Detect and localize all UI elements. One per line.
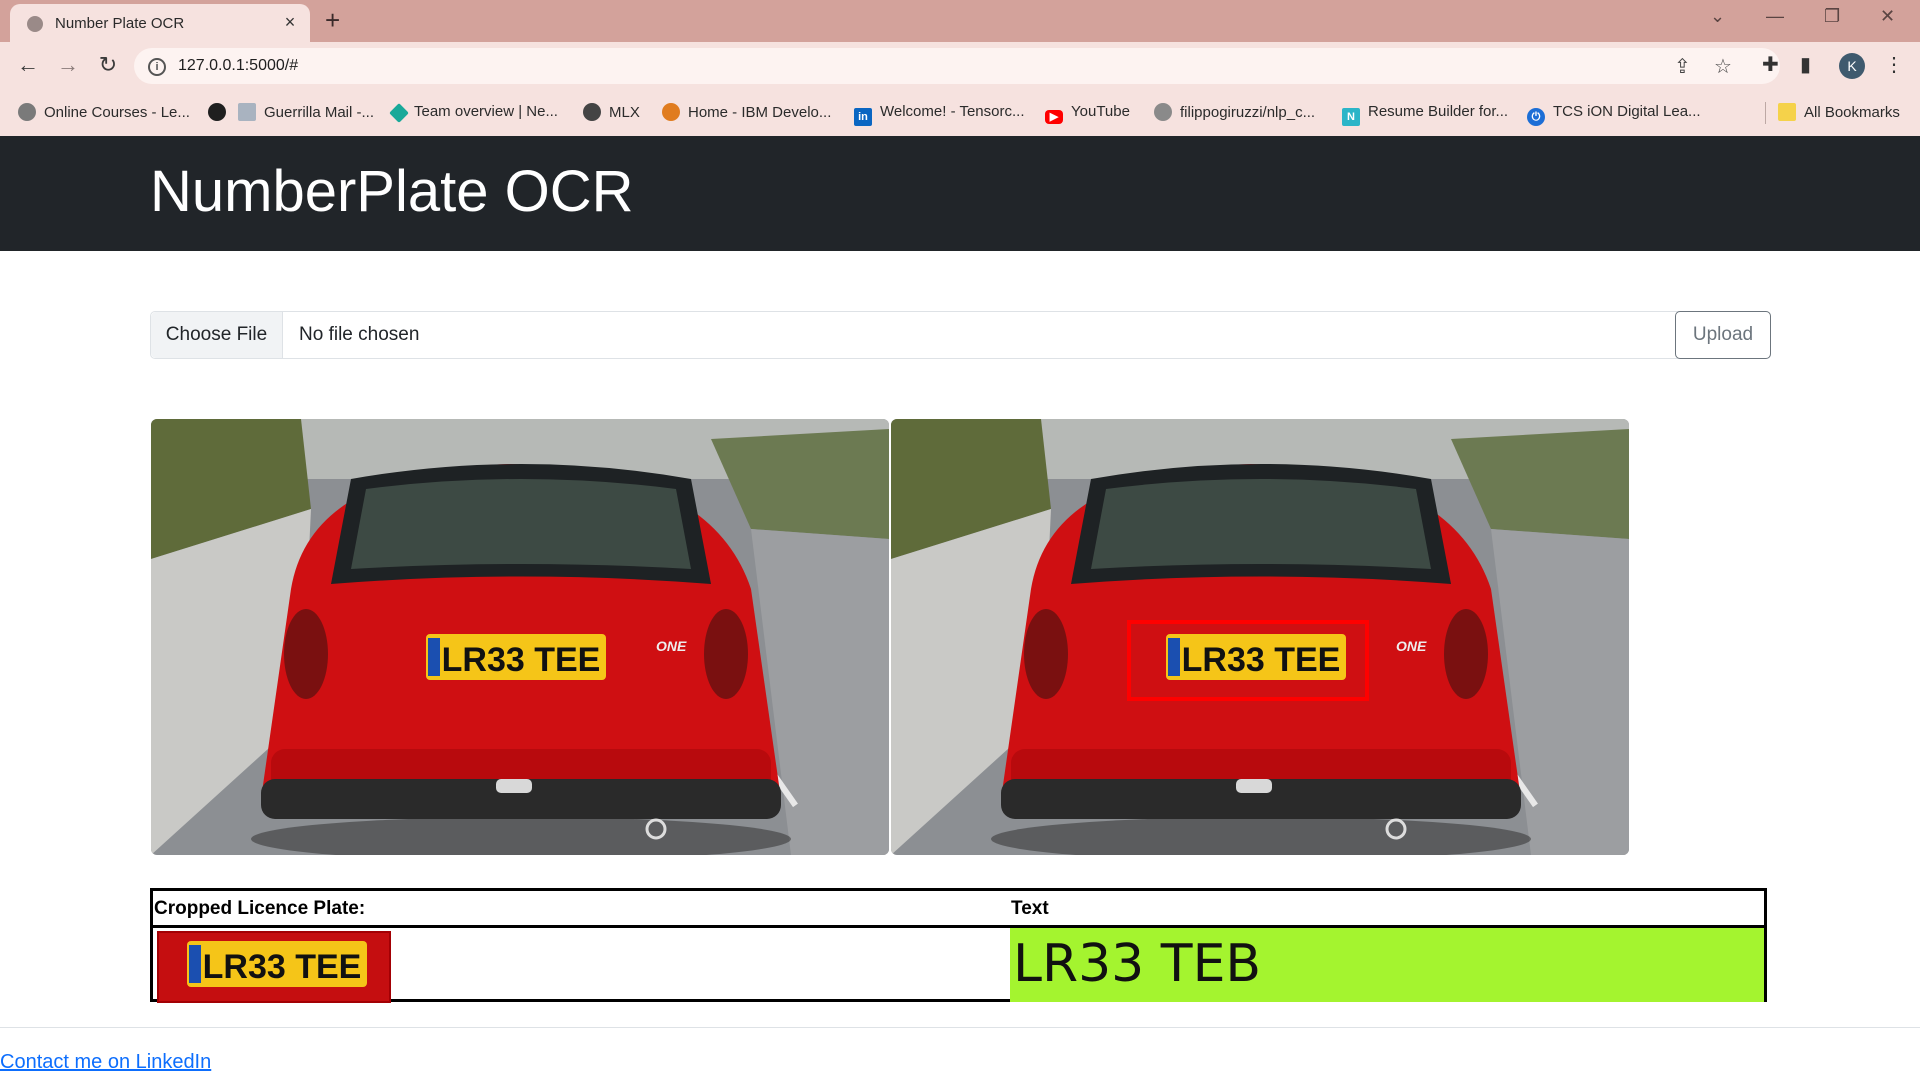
github-icon xyxy=(1154,103,1172,121)
car-badge-detected: ONE xyxy=(1396,638,1427,654)
folder-icon xyxy=(1778,103,1796,121)
bookmark-item[interactable]: ⏻ TCS iON Digital Lea... xyxy=(1527,103,1701,126)
all-bookmarks[interactable]: All Bookmarks xyxy=(1778,103,1900,121)
share-icon[interactable]: ⇪ xyxy=(1674,54,1691,79)
ocr-result-cell: LR33 TEB xyxy=(1010,928,1764,1002)
file-status: No file chosen xyxy=(299,324,420,345)
bookmark-star-icon[interactable]: ☆ xyxy=(1714,54,1732,79)
close-window-icon[interactable]: ✕ xyxy=(1880,6,1895,27)
bookmark-item[interactable]: in Welcome! - Tensorc... xyxy=(854,103,1025,126)
novoresume-icon: N xyxy=(1342,108,1360,126)
bookmark-item[interactable]: Team overview | Ne... xyxy=(389,103,558,123)
youtube-icon: ▶ xyxy=(1045,110,1063,124)
browser-tab[interactable]: Number Plate OCR × xyxy=(10,4,310,42)
choose-file-button[interactable]: Choose File xyxy=(151,312,283,358)
browser-toolbar: ← → ↻ i 127.0.0.1:5000/# ⇪ ☆ ✚ ▮ K ⋮ xyxy=(0,42,1920,90)
ocr-result-text: LR33 TEB xyxy=(1013,934,1262,994)
cropped-plate-text: LR33 TEE xyxy=(203,948,362,986)
bookmark-item[interactable] xyxy=(208,103,234,121)
linkedin-contact-link[interactable]: Contact me on LinkedIn xyxy=(0,1051,211,1074)
mail-icon xyxy=(238,103,256,121)
upload-button[interactable]: Upload xyxy=(1675,311,1771,359)
url-text[interactable]: 127.0.0.1:5000/# xyxy=(178,57,298,75)
site-navbar: NumberPlate OCR xyxy=(0,136,1920,251)
restore-icon[interactable]: ❐ xyxy=(1824,6,1840,27)
bookmark-item[interactable]: filippogiruzzi/nlp_c... xyxy=(1154,103,1315,121)
bookmark-item[interactable]: Online Courses - Le... xyxy=(18,103,190,121)
detected-image: LR33 TEE ONE xyxy=(891,419,1629,855)
diamond-icon xyxy=(389,103,409,123)
power-icon: ⏻ xyxy=(1527,108,1545,126)
globe-icon xyxy=(583,103,601,121)
menu-kebab-icon[interactable]: ⋮ xyxy=(1884,52,1904,77)
results-table: Cropped Licence Plate: Text LR33 TEE LR3… xyxy=(150,888,1767,1003)
bookmark-item[interactable]: Guerrilla Mail -... xyxy=(238,103,374,121)
tab-title: Number Plate OCR xyxy=(55,15,185,32)
car-badge-original: ONE xyxy=(656,638,687,654)
bookmark-item[interactable]: N Resume Builder for... xyxy=(1342,103,1508,126)
cropped-plate-image: LR33 TEE xyxy=(157,931,391,1003)
plate-text-detected: LR33 TEE xyxy=(1182,641,1341,679)
forward-icon[interactable]: → xyxy=(54,52,82,78)
globe-icon xyxy=(27,16,43,32)
original-image: LR33 TEE ONE xyxy=(151,419,889,855)
bookmarks-separator xyxy=(1765,102,1766,124)
table-header-row: Cropped Licence Plate: Text xyxy=(153,891,1764,928)
bookmark-item[interactable]: ▶ YouTube xyxy=(1045,103,1130,124)
header-cropped-plate: Cropped Licence Plate: xyxy=(154,898,366,919)
site-brand[interactable]: NumberPlate OCR xyxy=(150,158,633,225)
back-icon[interactable]: ← xyxy=(14,52,42,78)
new-tab-icon[interactable]: + xyxy=(325,5,340,36)
browser-titlebar: Number Plate OCR × + ⌄ — ❐ ✕ xyxy=(0,0,1920,42)
plate-text-original: LR33 TEE xyxy=(442,641,601,679)
footer-divider xyxy=(0,1027,1920,1028)
header-text: Text xyxy=(1011,898,1049,919)
linkedin-icon: in xyxy=(854,108,872,126)
extensions-icon[interactable]: ✚ xyxy=(1762,52,1779,77)
ibm-icon xyxy=(662,103,680,121)
tab-search-icon[interactable]: ⌄ xyxy=(1710,6,1725,27)
profile-avatar[interactable]: K xyxy=(1839,53,1865,79)
bookmarks-bar: Online Courses - Le... Guerrilla Mail -.… xyxy=(0,90,1920,137)
minimize-icon[interactable]: — xyxy=(1766,6,1784,27)
github-icon xyxy=(208,103,226,121)
address-bar[interactable]: i 127.0.0.1:5000/# ⇪ ☆ xyxy=(134,48,1780,84)
file-upload-group: Choose File No file chosen Upload xyxy=(150,311,1771,359)
side-panel-icon[interactable]: ▮ xyxy=(1800,52,1811,77)
close-tab-icon[interactable]: × xyxy=(280,12,300,33)
site-info-icon[interactable]: i xyxy=(148,58,166,76)
bookmark-item[interactable]: Home - IBM Develo... xyxy=(662,103,831,121)
github-icon xyxy=(18,103,36,121)
reload-icon[interactable]: ↻ xyxy=(94,52,122,78)
bookmark-item[interactable]: MLX xyxy=(583,103,640,121)
